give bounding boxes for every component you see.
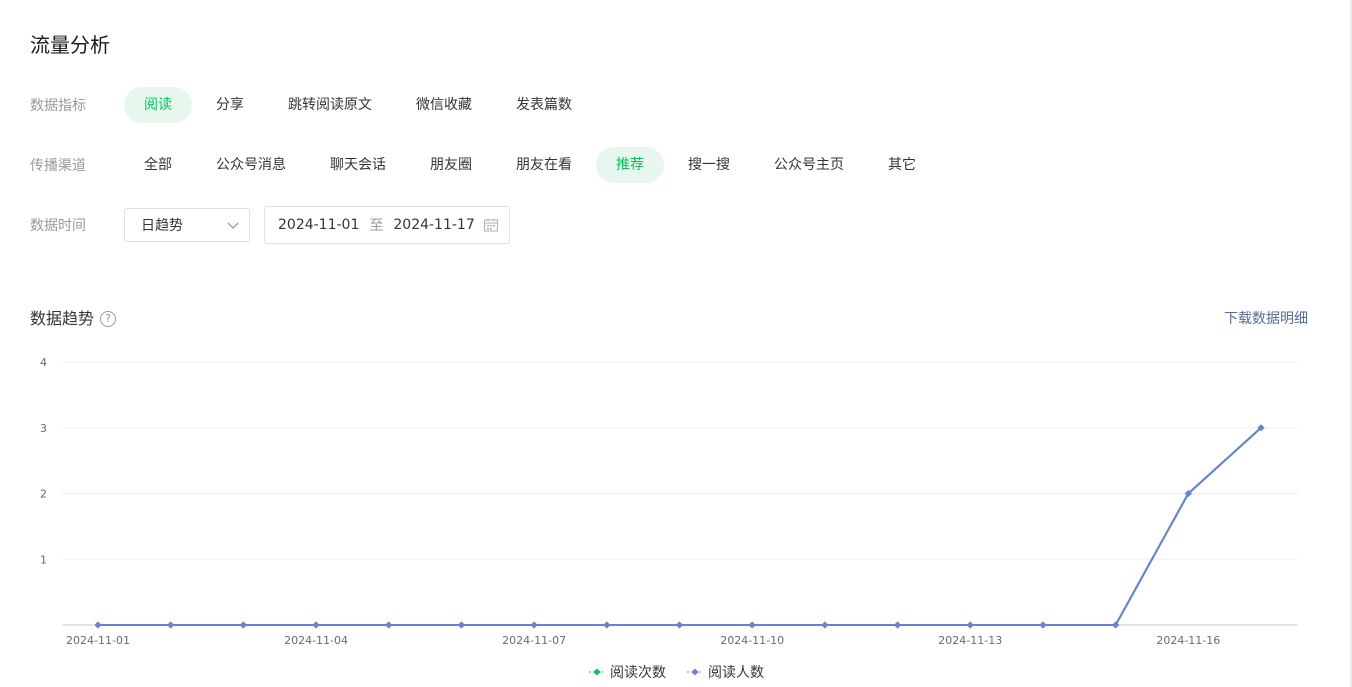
chart-legend: 阅读次数 阅读人数: [0, 662, 1352, 682]
x-tick-label: 2024-11-04: [284, 634, 348, 647]
channel-option[interactable]: 搜一搜: [668, 147, 750, 183]
series-2-point: [457, 621, 465, 629]
metric-option[interactable]: 分享: [196, 87, 264, 123]
x-tick-label: 2024-11-13: [938, 634, 1002, 647]
series-2-point: [312, 621, 320, 629]
channel-option[interactable]: 公众号主页: [754, 147, 864, 183]
series-2-point: [1039, 621, 1047, 629]
legend-item[interactable]: 阅读人数: [686, 662, 764, 682]
trend-title: 数据趋势: [30, 309, 95, 328]
legend-label: 阅读人数: [708, 665, 764, 681]
series-line-2: [98, 427, 1262, 626]
channel-option[interactable]: 聊天会话: [310, 147, 406, 183]
series-2-point: [239, 621, 247, 629]
y-tick-label: 2: [40, 488, 47, 501]
x-tick-label: 2024-11-10: [720, 634, 784, 647]
series-2-point: [385, 621, 393, 629]
metric-option[interactable]: 发表篇数: [496, 87, 592, 123]
series-2-point: [821, 621, 829, 629]
download-data-link[interactable]: 下载数据明细: [1224, 308, 1308, 328]
series-2-point: [167, 621, 175, 629]
x-tick-label: 2024-11-16: [1156, 634, 1220, 647]
granularity-select[interactable]: 日趋势: [124, 208, 250, 242]
channel-filter-label: 传播渠道: [30, 158, 86, 174]
y-tick-label: 1: [40, 553, 47, 566]
series-2-point: [675, 621, 684, 629]
series-2-point: [603, 621, 611, 629]
series-2-point: [894, 621, 902, 629]
metric-option[interactable]: 微信收藏: [396, 87, 492, 123]
series-2-point: [966, 621, 974, 629]
y-tick-label: 4: [40, 356, 47, 369]
channel-option[interactable]: 公众号消息: [196, 147, 306, 183]
series-line-1: [98, 427, 1262, 626]
x-tick-label: 2024-11-07: [502, 634, 566, 647]
trend-section-title: 数据趋势 ?: [30, 306, 117, 332]
metric-option[interactable]: 阅读: [124, 87, 192, 123]
channel-option[interactable]: 推荐: [596, 147, 664, 183]
metric-option[interactable]: 跳转阅读原文: [268, 87, 392, 123]
metric-filter-row: 数据指标 阅读 分享 跳转阅读原文 微信收藏 发表篇数: [30, 87, 596, 123]
legend-label: 阅读次数: [610, 665, 666, 681]
y-tick-label: 3: [40, 422, 47, 435]
metric-options: 阅读 分享 跳转阅读原文 微信收藏 发表篇数: [124, 87, 596, 123]
date-range-picker[interactable]: 2024-11-01 至 2024-11-17: [264, 206, 510, 244]
time-filter-label: 数据时间: [30, 218, 86, 234]
time-filter-row: 数据时间 日趋势 2024-11-01 至 2024-11-17: [30, 206, 510, 244]
trend-line-chart: 1 2 3 4 2024-11-01 2024-11-04 2024-11-07 2024-1…: [40, 356, 1298, 647]
series-2-point: [530, 621, 538, 629]
range-separator: 至: [369, 218, 384, 234]
chevron-down-icon: [227, 222, 239, 229]
x-tick-label: 2024-11-01: [66, 634, 130, 647]
channel-option[interactable]: 朋友圈: [410, 147, 492, 183]
channel-option[interactable]: 全部: [124, 147, 192, 183]
series-2-point: [748, 621, 756, 629]
channel-options: 全部 公众号消息 聊天会话 朋友圈 朋友在看 推荐 搜一搜 公众号主页 其它: [124, 147, 940, 183]
channel-filter-row: 传播渠道 全部 公众号消息 聊天会话 朋友圈 朋友在看 推荐 搜一搜 公众号主页 其它: [30, 147, 940, 183]
series-2-point: [94, 621, 102, 629]
page-title: 流量分析: [30, 33, 110, 57]
help-icon[interactable]: ?: [100, 311, 117, 327]
calendar-icon[interactable]: [483, 217, 499, 233]
legend-marker-icon: [687, 668, 703, 676]
channel-option[interactable]: 朋友在看: [496, 147, 592, 183]
granularity-value: 日趋势: [141, 218, 183, 234]
metric-filter-label: 数据指标: [30, 98, 86, 114]
channel-option[interactable]: 其它: [868, 147, 936, 183]
end-date[interactable]: 2024-11-17: [393, 217, 474, 233]
legend-item[interactable]: 阅读次数: [588, 662, 666, 682]
legend-marker-icon: [589, 668, 605, 676]
start-date[interactable]: 2024-11-01: [278, 217, 359, 233]
